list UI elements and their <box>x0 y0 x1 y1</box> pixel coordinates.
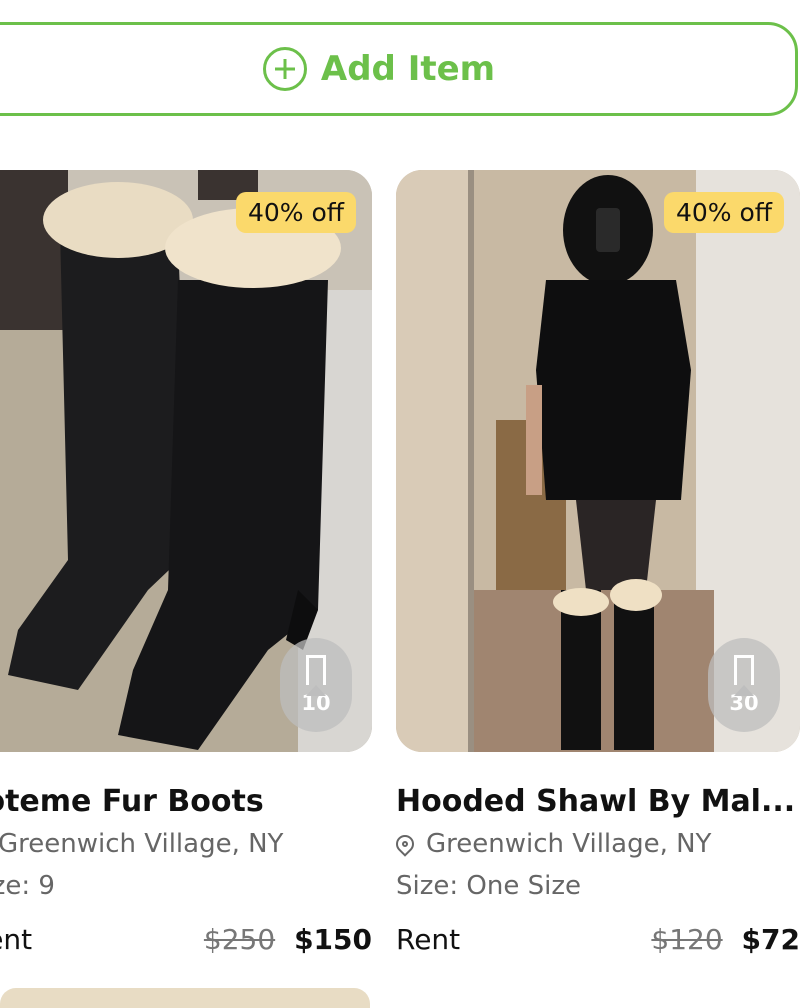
bookmark-icon <box>734 655 754 696</box>
listing-mode: Rent <box>0 923 33 956</box>
bookmark-icon <box>306 655 326 696</box>
listing-location: Greenwich Village, NY <box>392 829 800 859</box>
old-price: $120 <box>651 923 723 956</box>
listing-mode: Rent <box>396 923 461 956</box>
location-text: Greenwich Village, NY <box>426 829 712 859</box>
listing-title[interactable]: Hooded Shawl By Mal... <box>396 784 800 819</box>
save-button[interactable]: 10 <box>280 638 352 732</box>
discount-badge: 40% off <box>235 192 356 233</box>
location-pin-icon <box>392 831 418 857</box>
listing-size: Size: 9 <box>0 871 55 901</box>
new-price: $150 <box>294 923 372 956</box>
old-price: $250 <box>203 923 276 956</box>
listing-title[interactable]: Toteme Fur Boots <box>0 784 372 819</box>
add-item-label: Add Item <box>320 49 496 89</box>
add-item-button[interactable]: Add Item <box>0 22 798 116</box>
listing-card[interactable]: 40% off 30 Hooded Shawl By Mal... Greenw… <box>392 170 800 956</box>
new-price: $72 <box>741 923 800 956</box>
discount-badge: 40% off <box>663 192 784 233</box>
next-listing-photo[interactable] <box>0 988 370 1008</box>
location-text: Greenwich Village, NY <box>0 829 284 859</box>
price-row: Rent $250 $150 <box>0 923 372 956</box>
price-row: Rent $120 $72 <box>396 923 800 956</box>
listing-photo[interactable]: 40% off 10 <box>0 170 372 752</box>
listing-photo[interactable]: 40% off 30 <box>396 170 800 752</box>
save-button[interactable]: 30 <box>708 638 780 732</box>
listing-location: Greenwich Village, NY <box>0 829 372 859</box>
plus-circle-icon <box>262 47 307 91</box>
listing-card[interactable]: 40% off 10 Toteme Fur Boots Greenwich Vi… <box>0 170 372 956</box>
listing-size: Size: One Size <box>396 871 581 901</box>
